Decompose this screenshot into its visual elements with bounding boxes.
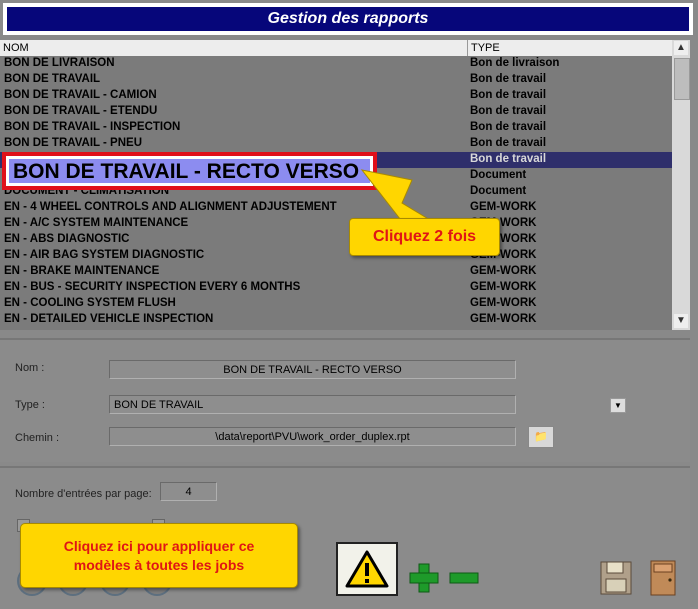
row-name: BON DE TRAVAIL (4, 73, 101, 85)
exit-door-icon[interactable] (643, 558, 683, 598)
table-row[interactable]: BON DE TRAVAIL - PNEU Bon de travail (0, 136, 672, 152)
row-type: Bon de travail (470, 121, 547, 133)
chemin-field[interactable]: \data\report\PVU\work_order_duplex.rpt (109, 427, 516, 446)
save-floppy-icon[interactable] (597, 558, 637, 598)
apply-all-tooltip-line2: modèles à toutes les jobs (73, 557, 245, 573)
table-row[interactable]: EN - ABS DIAGNOSTIC GEM-WORK (0, 232, 672, 248)
row-type: Bon de travail (470, 105, 547, 117)
window-title: Gestion des rapports (7, 7, 689, 31)
row-type: Bon de livraison (470, 57, 560, 69)
browse-folder-icon[interactable]: 📁 (528, 426, 554, 448)
row-type: GEM-WORK (470, 313, 537, 325)
type-select[interactable]: BON DE TRAVAIL ▼ (109, 395, 626, 414)
entries-per-page-label: Nombre d'entrées par page: (15, 488, 152, 500)
scroll-down-icon[interactable]: ▼ (674, 314, 688, 328)
warning-icon (345, 550, 389, 588)
title-bar: Gestion des rapports (3, 3, 693, 35)
table-row[interactable]: EN - A/C SYSTEM MAINTENANCE GEM-WORK (0, 216, 672, 232)
list-header: NOM TYPE (0, 40, 672, 56)
row-name: EN - ABS DIAGNOSTIC (4, 233, 130, 245)
row-name: EN - A/C SYSTEM MAINTENANCE (4, 217, 189, 229)
row-name: EN - DETAILED VEHICLE INSPECTION (4, 313, 214, 325)
row-name: BON DE TRAVAIL - CAMION (4, 89, 157, 101)
apply-all-tooltip: Cliquez ici pour appliquer ce modèles à … (20, 523, 298, 588)
table-row[interactable]: EN - 4 WHEEL CONTROLS AND ALIGNMENT ADJU… (0, 200, 672, 216)
chemin-label: Chemin : (15, 432, 60, 444)
table-row[interactable]: BON DE TRAVAIL Bon de travail (0, 72, 672, 88)
row-type: GEM-WORK (470, 201, 537, 213)
apply-all-tooltip-line1: Cliquez ici pour appliquer ce (63, 538, 255, 554)
row-name: BON DE TRAVAIL - INSPECTION (4, 121, 181, 133)
add-button[interactable] (406, 560, 442, 596)
column-header-type[interactable]: TYPE (467, 40, 500, 56)
row-type: Bon de travail (470, 153, 547, 165)
selected-row-highlight[interactable]: BON DE TRAVAIL - RECTO VERSO (2, 152, 377, 190)
table-row[interactable]: EN - BRAKE MAINTENANCE GEM-WORK (0, 264, 672, 280)
row-name: BON DE TRAVAIL - PNEU (4, 137, 143, 149)
row-type: Bon de travail (470, 89, 547, 101)
row-type: Document (470, 169, 527, 181)
row-type: GEM-WORK (470, 265, 537, 277)
table-row[interactable]: BON DE TRAVAIL - ETENDU Bon de travail (0, 104, 672, 120)
row-type: Bon de travail (470, 137, 547, 149)
entries-per-page-field[interactable]: 4 (160, 482, 217, 501)
row-name: EN - AIR BAG SYSTEM DIAGNOSTIC (4, 249, 205, 261)
row-type: Bon de travail (470, 73, 547, 85)
table-row[interactable]: BON DE TRAVAIL - INSPECTION Bon de travai… (0, 120, 672, 136)
apply-to-all-jobs-button[interactable] (336, 542, 398, 596)
row-name: EN - BUS - SECURITY INSPECTION EVERY 6 M… (4, 281, 301, 293)
double-click-tooltip: Cliquez 2 fois (349, 218, 500, 256)
row-name: EN - 4 WHEEL CONTROLS AND ALIGNMENT ADJU… (4, 201, 337, 213)
table-row[interactable]: EN - AIR BAG SYSTEM DIAGNOSTIC GEM-WORK (0, 248, 672, 264)
scroll-thumb[interactable] (674, 58, 690, 100)
row-type: Document (470, 185, 527, 197)
table-row[interactable]: EN - DETAILED VEHICLE INSPECTION GEM-WORK (0, 312, 672, 328)
selected-row-label: BON DE TRAVAIL - RECTO VERSO (9, 159, 370, 183)
list-scrollbar[interactable]: ▲ ▼ (672, 40, 690, 330)
row-name: EN - COOLING SYSTEM FLUSH (4, 297, 176, 309)
chevron-down-icon[interactable]: ▼ (610, 398, 626, 413)
column-header-nom[interactable]: NOM (3, 42, 29, 54)
table-row[interactable]: BON DE TRAVAIL - CAMION Bon de travail (0, 88, 672, 104)
table-row[interactable]: BON DE LIVRAISON Bon de livraison (0, 56, 672, 72)
row-name: BON DE TRAVAIL - ETENDU (4, 105, 158, 117)
row-type: GEM-WORK (470, 297, 537, 309)
scroll-up-icon[interactable]: ▲ (674, 41, 688, 55)
row-name: EN - BRAKE MAINTENANCE (4, 265, 160, 277)
remove-button[interactable] (446, 560, 482, 596)
report-manager-window: Gestion des rapports NOM TYPE BON DE LIV… (0, 0, 698, 609)
nom-field[interactable]: BON DE TRAVAIL - RECTO VERSO (109, 360, 516, 379)
table-row[interactable]: EN - BUS - SECURITY INSPECTION EVERY 6 M… (0, 280, 672, 296)
type-select-value: BON DE TRAVAIL (114, 399, 204, 411)
row-type: GEM-WORK (470, 281, 537, 293)
row-name: BON DE LIVRAISON (4, 57, 115, 69)
list-rows: BON DE LIVRAISON Bon de livraison BON DE T… (0, 56, 672, 328)
type-label: Type : (15, 399, 45, 411)
nom-label: Nom : (15, 362, 45, 374)
table-row[interactable]: EN - COOLING SYSTEM FLUSH GEM-WORK (0, 296, 672, 312)
